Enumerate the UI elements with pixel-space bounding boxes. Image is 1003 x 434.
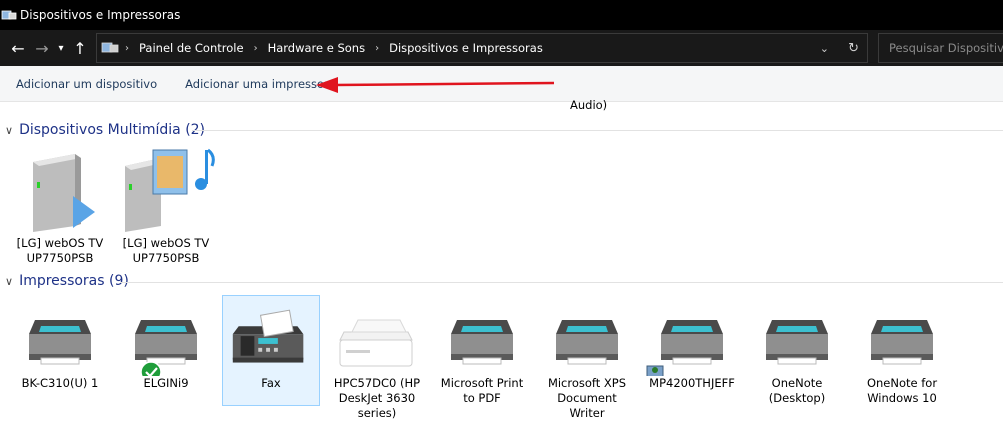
printer-item[interactable]: BK-C310(U) 1: [11, 306, 109, 391]
annotation-arrow-icon: [316, 77, 555, 93]
media-device-label: UP7750PSB: [132, 251, 200, 265]
back-arrow-icon[interactable]: ←: [6, 39, 30, 58]
printer-label: MP4200THJEFF: [649, 376, 735, 390]
collapse-chevron-icon[interactable]: ∨: [5, 275, 13, 288]
media-device-item[interactable]: [LG] webOS TV UP7750PSB: [117, 146, 215, 266]
printer-label: Fax: [261, 376, 281, 390]
printer-item[interactable]: OneNote for Windows 10: [853, 306, 951, 406]
printer-item[interactable]: ELGINi9: [117, 306, 215, 391]
printer-icon: [451, 320, 513, 365]
media-player-icon: [125, 148, 215, 232]
devices-printers-icon: [1, 10, 17, 20]
printer-label: ELGINi9: [143, 376, 189, 390]
printer-icon: [135, 320, 197, 376]
media-device-label: UP7750PSB: [26, 251, 94, 265]
forward-arrow-icon[interactable]: →: [30, 39, 54, 58]
navigation-bar: ← → ▾ ↑ › Painel de Controle › Hardware …: [0, 30, 1003, 66]
media-device-label: [LG] webOS TV: [122, 236, 210, 250]
printer-icon: [29, 320, 91, 365]
media-device-label: [LG] webOS TV: [16, 236, 104, 250]
search-placeholder: Pesquisar Dispositivos e Impressoras: [889, 41, 1003, 55]
printer-label: Windows 10: [867, 391, 937, 405]
breadcrumb-devices-printers[interactable]: Dispositivos e Impressoras: [389, 41, 543, 55]
group-title-multimedia: Dispositivos Multimídia (2): [19, 122, 206, 138]
printer-label: to PDF: [463, 391, 501, 405]
add-printer-button[interactable]: Adicionar uma impressora: [185, 77, 336, 91]
printer-item[interactable]: MP4200THJEFF: [643, 306, 741, 391]
title-bar: Dispositivos e Impressoras: [0, 0, 1003, 30]
partial-device-label: Audio): [570, 98, 608, 112]
printer-icon: [766, 320, 828, 365]
printer-icon: [556, 320, 618, 365]
group-title-printers: Impressoras (9): [19, 273, 129, 289]
refresh-icon[interactable]: ↻: [848, 41, 859, 56]
printer-item[interactable]: Microsoft Print to PDF: [433, 306, 531, 406]
window-title: Dispositivos e Impressoras: [20, 8, 181, 22]
printer-icon: [871, 320, 933, 365]
printer-item-selected[interactable]: Fax: [222, 295, 320, 406]
printer-label: HPC57DC0 (HP: [333, 376, 421, 390]
search-input[interactable]: Pesquisar Dispositivos e Impressoras: [878, 33, 1003, 63]
printer-item[interactable]: HPC57DC0 (HP DeskJet 3630 series): [328, 306, 426, 421]
printer-label: OneNote for: [866, 376, 938, 390]
printer-label: BK-C310(U) 1: [21, 376, 99, 390]
group-divider: [192, 130, 1003, 131]
breadcrumb-control-panel[interactable]: Painel de Controle: [139, 41, 244, 55]
media-server-icon: [33, 154, 95, 232]
collapse-chevron-icon[interactable]: ∨: [5, 124, 13, 137]
group-header-printers[interactable]: ∨ Impressoras (9): [5, 271, 129, 291]
printer-label: OneNote: [771, 376, 823, 390]
address-bar[interactable]: › Painel de Controle › Hardware e Sons ›…: [96, 33, 868, 63]
address-dropdown-chevron-icon[interactable]: ⌄: [820, 42, 829, 55]
inkjet-printer-icon: [339, 319, 413, 367]
printer-item[interactable]: Microsoft XPS Document Writer: [538, 306, 636, 421]
fax-icon: [232, 309, 304, 363]
add-device-button[interactable]: Adicionar um dispositivo: [16, 77, 157, 91]
media-device-item[interactable]: [LG] webOS TV UP7750PSB: [11, 146, 109, 266]
printer-item[interactable]: OneNote (Desktop): [748, 306, 846, 406]
breadcrumb-separator-icon: ›: [375, 42, 380, 54]
printer-label: (Desktop): [768, 391, 826, 405]
breadcrumb-separator-icon: ›: [253, 42, 258, 54]
up-arrow-icon[interactable]: ↑: [68, 39, 92, 58]
printer-label: Document Writer: [557, 391, 617, 420]
control-panel-icon: [101, 42, 119, 53]
printer-label: Microsoft XPS: [547, 376, 627, 390]
recent-locations-chevron-icon[interactable]: ▾: [54, 43, 68, 54]
printer-label: DeskJet 3630: [338, 391, 416, 405]
breadcrumb-separator-icon: ›: [125, 42, 129, 54]
group-divider: [120, 282, 1003, 283]
printer-label: series): [357, 406, 397, 420]
printer-icon: [646, 320, 723, 376]
breadcrumb-hardware-sound[interactable]: Hardware e Sons: [268, 41, 366, 55]
printer-label: Microsoft Print: [440, 376, 524, 390]
group-header-multimedia[interactable]: ∨ Dispositivos Multimídia (2): [5, 120, 205, 140]
